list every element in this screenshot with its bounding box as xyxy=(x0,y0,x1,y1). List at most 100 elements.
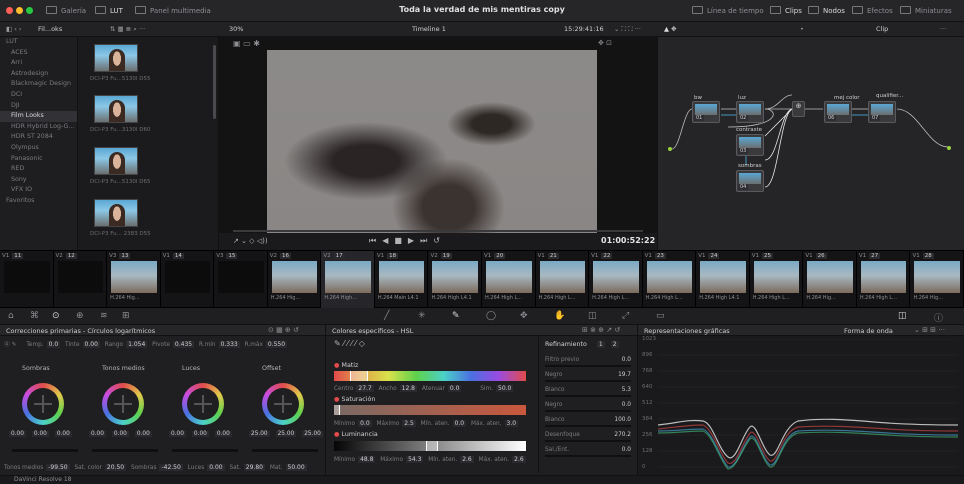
hdr-icon[interactable]: ⊞ xyxy=(122,311,130,321)
refine-slider[interactable] xyxy=(545,410,631,412)
scope-mode-selector[interactable]: Forma de onda xyxy=(844,327,893,335)
lut-folder-item[interactable]: Panasonic xyxy=(0,154,77,165)
color-wheels-icon[interactable]: ⊙ xyxy=(52,311,60,321)
lut-folder-item[interactable]: Blackmagic Design xyxy=(0,79,77,90)
node-output[interactable] xyxy=(947,146,951,150)
shadows-field[interactable]: -42.50 xyxy=(159,464,183,471)
lut-folder-item[interactable]: ACES xyxy=(0,48,77,59)
curves-icon[interactable]: ╱ xyxy=(384,311,389,321)
lut-folder-item[interactable]: Arri xyxy=(0,58,77,69)
thumbnails-scrollbar[interactable] xyxy=(213,45,216,119)
wheel-g-field[interactable]: 0.00 xyxy=(31,431,49,437)
timeline-clip[interactable]: V1 11 xyxy=(0,251,54,309)
lut-preview-thumbnail[interactable] xyxy=(94,95,138,123)
color-wheel[interactable] xyxy=(22,383,64,425)
refine-tab-2[interactable]: 2 xyxy=(610,341,619,348)
refine-value[interactable]: 100.0 xyxy=(611,417,631,423)
timeline-clip[interactable]: V2 19 H.264 High L4.1 xyxy=(428,251,482,309)
saturation-gradient-bar[interactable] xyxy=(334,405,526,415)
color-match-icon[interactable]: ⌘ xyxy=(30,311,39,321)
lut-folder-item[interactable]: Favoritos xyxy=(0,196,77,207)
timeline-tab[interactable]: Línea de tiempo xyxy=(692,6,764,15)
pointer-tool-icon[interactable]: ▲ ✥ xyxy=(664,25,677,33)
lum-low-field[interactable]: 48.8 xyxy=(358,456,376,463)
sizing-icon[interactable]: ⤢ xyxy=(622,311,629,321)
wheel-g-field[interactable]: 25.00 xyxy=(275,431,297,437)
wheel-master-slider[interactable] xyxy=(12,449,78,452)
thumbnails-tab[interactable]: Miniaturas xyxy=(900,6,952,15)
refine-value[interactable]: 0.0 xyxy=(611,357,631,363)
lum-high-field[interactable]: 54.3 xyxy=(406,456,424,463)
scrub-bar[interactable] xyxy=(233,230,643,232)
wheel-r-field[interactable]: 0.00 xyxy=(9,431,26,437)
hue-symmetry-field[interactable]: 50.0 xyxy=(496,385,514,392)
timeline-clip[interactable]: V1 28 H.264 Hig... xyxy=(910,251,964,309)
viewer-tools-icon[interactable]: ⌄ ⛶ ⛶ ··· xyxy=(614,25,641,34)
wheel-b-field[interactable]: 0.00 xyxy=(134,431,152,437)
refine-value[interactable]: 5.3 xyxy=(611,387,631,393)
more-icon[interactable]: ··· xyxy=(940,25,946,33)
lut-folder-item[interactable]: RED xyxy=(0,164,77,175)
timeline-clip[interactable]: V1 14 xyxy=(161,251,215,309)
wheel-r-field[interactable]: 0.00 xyxy=(89,431,106,437)
wheel-master-slider[interactable] xyxy=(252,449,318,452)
qualifier-mode-icons[interactable]: ⊞ ⊗ ⊕ ↗ ↺ xyxy=(582,326,620,334)
lum-high-soft-field[interactable]: 2.6 xyxy=(512,456,526,463)
node-04[interactable]: 04 xyxy=(736,170,764,192)
wheel-b-field[interactable]: 0.00 xyxy=(54,431,72,437)
color-warper-icon[interactable]: ✳ xyxy=(418,311,426,321)
blur-icon[interactable]: ✋ xyxy=(554,311,565,321)
timeline-selector[interactable]: Timeline 1 xyxy=(412,25,446,33)
timeline-clip[interactable]: V1 21 H.264 High L... xyxy=(536,251,590,309)
sat-high-soft-field[interactable]: 3.0 xyxy=(504,420,519,427)
clips-tab[interactable]: Clips xyxy=(770,6,802,15)
timeline-clip[interactable]: V2 17 H.264 High... xyxy=(321,251,375,309)
node-02[interactable]: 02 xyxy=(736,101,764,123)
key-icon[interactable]: ◫ xyxy=(588,311,597,321)
effects-tab[interactable]: Efectos xyxy=(852,6,893,15)
wheel-master-slider[interactable] xyxy=(92,449,158,452)
lut-folder-item[interactable]: HDR ST 2084 xyxy=(0,132,77,143)
refine-value[interactable]: 0.0 xyxy=(611,447,631,453)
scopes-icon[interactable]: ◫ xyxy=(898,311,907,321)
scope-options-icon[interactable]: ⌄ ⊞ ⊞ ··· xyxy=(914,326,945,334)
viewer-audio-icon[interactable]: ↗ ⌄ ◇ ◁)) xyxy=(233,237,268,245)
timeline-clip[interactable]: V1 22 H.264 High L... xyxy=(589,251,643,309)
refine-slider[interactable] xyxy=(545,395,631,397)
refine-slider[interactable] xyxy=(545,440,631,442)
viewer-view-icons[interactable]: ▣ ▭ ✱ xyxy=(233,39,260,48)
range-field[interactable]: 1.054 xyxy=(126,341,148,348)
node-03[interactable]: 03 xyxy=(736,134,764,156)
wheel-master-slider[interactable] xyxy=(172,449,238,452)
lut-folder-item[interactable]: DCI xyxy=(0,90,77,101)
timeline-clip[interactable]: V1 23 H.264 High L... xyxy=(643,251,697,309)
view-options-icon[interactable]: ⇅ ▦ ≣ ⌕ ··· xyxy=(110,25,145,34)
lut-preview-thumbnail[interactable] xyxy=(94,147,138,175)
lut-folder-item[interactable]: DJI xyxy=(0,101,77,112)
motion-effects-icon[interactable]: ≋ xyxy=(100,311,108,321)
wheel-g-field[interactable]: 0.00 xyxy=(111,431,129,437)
timeline-clip[interactable]: V1 26 H.264 Hig... xyxy=(803,251,857,309)
hue-field[interactable]: 50.00 xyxy=(285,464,307,471)
wheel-r-field[interactable]: 25.00 xyxy=(249,431,270,437)
color-wheel[interactable] xyxy=(262,383,304,425)
tracker-icon[interactable]: ✥ xyxy=(520,311,528,321)
timeline-clip[interactable]: V1 27 H.264 High L... xyxy=(857,251,911,309)
color-wheel[interactable] xyxy=(102,383,144,425)
saturation-field[interactable]: 29.80 xyxy=(243,464,265,471)
rgb-mixer-icon[interactable]: ⊕ xyxy=(76,311,84,321)
hue-width-field[interactable]: 12.8 xyxy=(399,385,417,392)
color-wheel[interactable] xyxy=(182,383,224,425)
color-boost-field[interactable]: 20.50 xyxy=(104,464,127,471)
hue-gradient-bar[interactable] xyxy=(334,371,526,381)
sat-high-field[interactable]: 2.5 xyxy=(402,420,416,427)
luminance-gradient-bar[interactable] xyxy=(334,441,526,451)
node-07[interactable]: 07 xyxy=(868,101,896,123)
qualifier-picker-icons[interactable]: ✎ ⁄ ⁄ ⁄ ⁄ ◇ xyxy=(334,339,365,348)
lut-folder-item[interactable]: Astrodesign xyxy=(0,69,77,80)
tint-field[interactable]: 0.00 xyxy=(82,341,100,348)
refine-value[interactable]: 0.0 xyxy=(611,402,631,408)
lut-folder-item[interactable]: Film Looks xyxy=(0,111,77,122)
lut-preview-thumbnail[interactable] xyxy=(94,44,138,72)
window-icon[interactable]: ◯ xyxy=(486,311,496,321)
